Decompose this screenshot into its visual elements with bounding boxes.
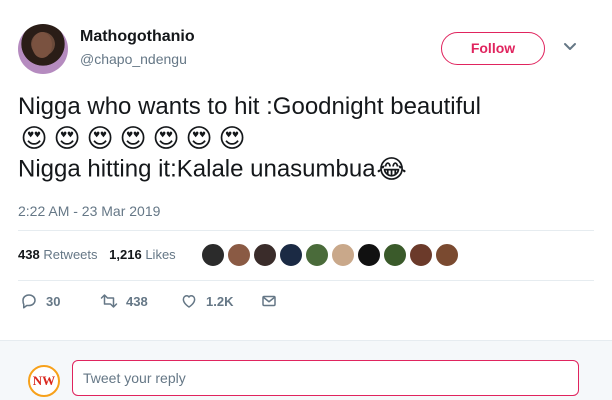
heart-eyes-emoji-icon: 😍 <box>86 123 114 153</box>
tweet-line-3-text: Nigga hitting it:Kalale unasumbua <box>18 155 376 183</box>
tweet-line-1: Nigga who wants to hit :Goodnight beauti… <box>18 93 481 120</box>
retweet-count: 438 <box>126 293 148 309</box>
heart-eyes-emoji-row: 😍 😍 😍 😍 😍 😍 😍 <box>18 122 598 154</box>
liker-avatar[interactable] <box>356 242 382 268</box>
liker-avatar[interactable] <box>200 242 226 268</box>
heart-eyes-emoji-icon: 😍 <box>185 123 213 153</box>
heart-eyes-emoji-icon: 😍 <box>218 123 246 153</box>
tweet-stats: 438 Retweets 1,216 Likes <box>18 247 184 262</box>
liker-avatars <box>200 240 470 272</box>
liker-avatar[interactable] <box>434 242 460 268</box>
heart-eyes-emoji-icon: 😍 <box>20 123 48 153</box>
chevron-down-icon[interactable] <box>563 42 577 52</box>
reply-count: 30 <box>46 293 61 309</box>
heart-icon <box>182 295 196 308</box>
reply-icon <box>22 294 36 309</box>
liker-avatar[interactable] <box>226 242 252 268</box>
like-count: 1.2K <box>206 293 234 309</box>
retweets-label: Retweets <box>43 247 98 262</box>
author-display-name[interactable]: Mathogothanio <box>80 28 195 46</box>
author-avatar[interactable] <box>18 24 68 74</box>
tweet-text: Nigga who wants to hit :Goodnight beauti… <box>18 92 598 184</box>
divider <box>18 280 594 281</box>
heart-eyes-emoji-icon: 😍 <box>119 123 147 153</box>
liker-avatar[interactable] <box>304 242 330 268</box>
liker-avatar[interactable] <box>408 242 434 268</box>
liker-avatar[interactable] <box>278 242 304 268</box>
tweet-line-3: Nigga hitting it:Kalale unasumbua😂 <box>18 154 598 184</box>
retweet-action[interactable]: 438 <box>100 292 148 310</box>
likes-count: 1,216 <box>109 247 142 262</box>
direct-message-action[interactable] <box>260 292 278 310</box>
author-handle[interactable]: @chapo_ndengu <box>80 51 187 67</box>
liker-avatar[interactable] <box>330 242 356 268</box>
like-action[interactable]: 1.2K <box>180 292 233 310</box>
heart-eyes-emoji-icon: 😍 <box>53 123 81 153</box>
liker-avatar[interactable] <box>382 242 408 268</box>
tears-of-joy-emoji-icon: 😂 <box>376 154 407 184</box>
heart-eyes-emoji-icon: 😍 <box>152 123 180 153</box>
retweets-stat[interactable]: 438 Retweets <box>18 247 98 262</box>
divider <box>18 230 594 231</box>
liker-avatar[interactable] <box>252 242 278 268</box>
reply-input[interactable] <box>72 360 579 396</box>
reply-bar: NW <box>0 340 612 400</box>
likes-stat[interactable]: 1,216 Likes <box>109 247 176 262</box>
follow-button[interactable]: Follow <box>441 32 545 65</box>
tweet-timestamp[interactable]: 2:22 AM - 23 Mar 2019 <box>18 203 160 219</box>
nw-logo: NW <box>28 365 60 397</box>
likes-label: Likes <box>145 247 176 262</box>
envelope-icon <box>262 295 276 307</box>
reply-action[interactable]: 30 <box>20 292 60 310</box>
retweet-icon <box>100 294 118 308</box>
tweet-card: Mathogothanio @chapo_ndengu Follow Nigga… <box>0 0 612 340</box>
retweets-count: 438 <box>18 247 40 262</box>
